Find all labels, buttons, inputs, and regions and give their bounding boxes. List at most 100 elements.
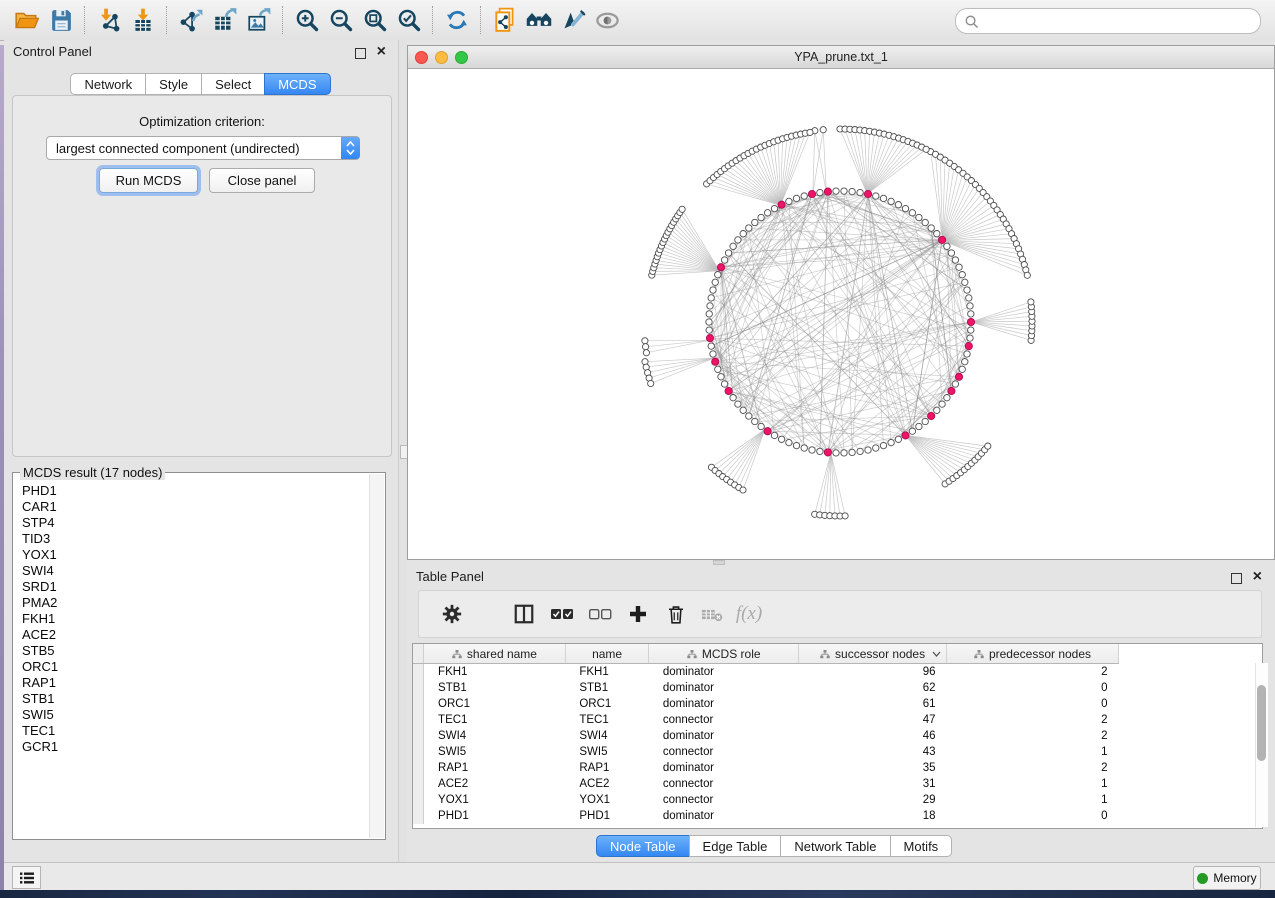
tab-edge-table[interactable]: Edge Table [689,835,782,857]
select-all-button[interactable] [543,597,581,631]
close-panel-icon[interactable]: × [377,42,386,62]
cell-MCDS-role[interactable]: dominator [649,808,799,824]
table-row[interactable]: TEC1TEC1connector472 [413,712,1119,728]
cell-name[interactable]: ORC1 [565,696,648,712]
cell-name[interactable]: SWI5 [565,744,648,760]
table-scrollbar[interactable] [1255,663,1268,827]
cell-name[interactable]: STB1 [565,680,648,696]
import-network-button[interactable] [92,5,126,35]
cell-MCDS-role[interactable]: dominator [649,760,799,776]
cell-shared-name[interactable]: RAP1 [424,760,566,776]
cell-name[interactable]: PHD1 [565,808,648,824]
cell-MCDS-role[interactable]: connector [649,744,799,760]
float-panel-icon[interactable] [355,48,366,59]
search-network-button[interactable] [522,5,556,35]
column-header-predecessor-nodes[interactable]: predecessor nodes [946,644,1118,664]
cell-shared-name[interactable]: SWI4 [424,728,566,744]
add-column-button[interactable] [619,597,657,631]
cell-MCDS-role[interactable]: connector [649,776,799,792]
export-network-button[interactable] [174,5,208,35]
mcds-node-item[interactable]: PHD1 [22,483,369,499]
mcds-node-item[interactable]: SWI4 [22,563,369,579]
run-mcds-button[interactable]: Run MCDS [99,168,198,193]
cell-shared-name[interactable]: TEC1 [424,712,566,728]
tab-motifs[interactable]: Motifs [890,835,953,857]
cell-predecessor-nodes[interactable]: 0 [946,696,1118,712]
zoom-selected-button[interactable] [392,5,426,35]
tab-mcds[interactable]: MCDS [264,73,330,95]
task-history-button[interactable] [12,866,41,889]
refresh-button[interactable] [440,5,474,35]
column-header-name[interactable]: name [565,644,648,664]
cell-shared-name[interactable]: FKH1 [424,664,566,681]
cell-successor-nodes[interactable]: 46 [799,728,947,744]
mcds-node-item[interactable]: TEC1 [22,723,369,739]
table-row[interactable]: RAP1RAP1dominator352 [413,760,1119,776]
cell-predecessor-nodes[interactable]: 2 [946,760,1118,776]
export-image-button[interactable] [242,5,276,35]
cell-successor-nodes[interactable]: 31 [799,776,947,792]
mcds-node-item[interactable]: PMA2 [22,595,369,611]
mcds-node-item[interactable]: YOX1 [22,547,369,563]
table-row[interactable]: ORC1ORC1dominator610 [413,696,1119,712]
table-row[interactable]: SWI4SWI4dominator462 [413,728,1119,744]
table-row[interactable]: SWI5SWI5connector431 [413,744,1119,760]
column-header-MCDS-role[interactable]: MCDS role [649,644,799,664]
cell-name[interactable]: YOX1 [565,792,648,808]
cell-shared-name[interactable]: ORC1 [424,696,566,712]
cell-successor-nodes[interactable]: 96 [799,664,947,681]
cell-shared-name[interactable]: SWI5 [424,744,566,760]
optimization-criterion-select[interactable]: largest connected component (undirected) [46,136,360,160]
mcds-node-item[interactable]: RAP1 [22,675,369,691]
scrollbar-thumb[interactable] [1257,685,1266,761]
float-panel-icon[interactable] [1231,573,1242,584]
cell-successor-nodes[interactable]: 35 [799,760,947,776]
mcds-node-item[interactable]: FKH1 [22,611,369,627]
cell-MCDS-role[interactable]: dominator [649,680,799,696]
cell-predecessor-nodes[interactable]: 0 [946,808,1118,824]
cell-shared-name[interactable]: ACE2 [424,776,566,792]
cell-shared-name[interactable]: YOX1 [424,792,566,808]
mcds-node-item[interactable]: STB5 [22,643,369,659]
search-box[interactable] [955,8,1261,34]
search-input[interactable] [985,13,1252,29]
annotation-button[interactable] [556,5,590,35]
cell-predecessor-nodes[interactable]: 1 [946,744,1118,760]
tab-network-table[interactable]: Network Table [780,835,890,857]
zoom-in-button[interactable] [290,5,324,35]
tab-style[interactable]: Style [145,73,202,95]
cell-name[interactable]: ACE2 [565,776,648,792]
delete-column-button[interactable] [657,597,695,631]
cell-predecessor-nodes[interactable]: 1 [946,776,1118,792]
cell-name[interactable]: FKH1 [565,664,648,681]
table-row[interactable]: ACE2ACE2connector311 [413,776,1119,792]
open-network-file-button[interactable] [488,5,522,35]
zoom-fit-button[interactable] [358,5,392,35]
cell-predecessor-nodes[interactable]: 0 [946,680,1118,696]
export-table-button[interactable] [208,5,242,35]
cell-successor-nodes[interactable]: 61 [799,696,947,712]
cell-MCDS-role[interactable]: dominator [649,728,799,744]
mcds-node-item[interactable]: STP4 [22,515,369,531]
mcds-node-item[interactable]: ORC1 [22,659,369,675]
close-panel-icon[interactable]: × [1253,567,1262,587]
cell-MCDS-role[interactable]: connector [649,792,799,808]
save-session-button[interactable] [44,5,78,35]
delete-table-button[interactable] [695,597,729,631]
column-header-successor-nodes[interactable]: successor nodes [799,644,947,664]
deselect-all-button[interactable] [581,597,619,631]
cell-shared-name[interactable]: PHD1 [424,808,566,824]
cell-name[interactable]: RAP1 [565,760,648,776]
cell-successor-nodes[interactable]: 18 [799,808,947,824]
cell-successor-nodes[interactable]: 47 [799,712,947,728]
cell-successor-nodes[interactable]: 29 [799,792,947,808]
close-panel-button[interactable]: Close panel [209,168,315,193]
open-file-button[interactable] [10,5,44,35]
show-hide-button[interactable] [590,5,624,35]
cell-successor-nodes[interactable]: 62 [799,680,947,696]
cell-predecessor-nodes[interactable]: 2 [946,664,1118,681]
split-view-button[interactable] [505,597,543,631]
cell-MCDS-role[interactable]: dominator [649,696,799,712]
table-settings-button[interactable] [433,597,471,631]
mcds-node-item[interactable]: TID3 [22,531,369,547]
